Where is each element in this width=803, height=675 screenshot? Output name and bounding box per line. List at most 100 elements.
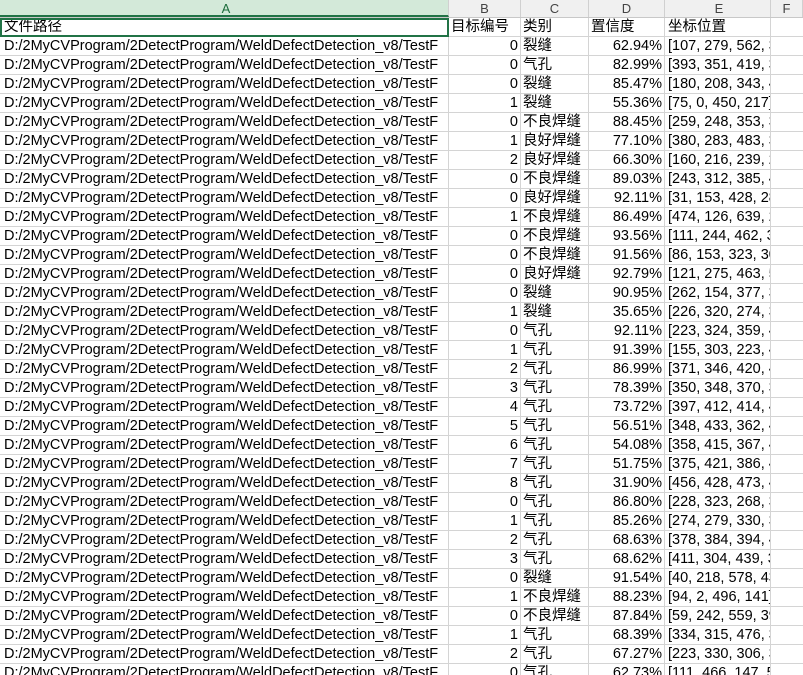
cell-file-path[interactable]: D:/2MyCVProgram/2DetectProgram/WeldDefec… [0,664,449,675]
cell-coords[interactable]: [411, 304, 439, 370] [665,550,771,569]
cell-category[interactable]: 不良焊缝 [521,588,589,607]
cell-file-path[interactable]: D:/2MyCVProgram/2DetectProgram/WeldDefec… [0,303,449,322]
cell-file-path[interactable]: D:/2MyCVProgram/2DetectProgram/WeldDefec… [0,227,449,246]
cell-coords[interactable]: [334, 315, 476, 382] [665,626,771,645]
cell-coords[interactable]: [274, 279, 330, 321] [665,512,771,531]
cell-target-id[interactable]: 2 [449,360,521,379]
spreadsheet[interactable]: A B C D E F 文件路径 目标编号 类别 置信度 坐标位置 D:/2My… [0,0,803,675]
cell-category[interactable]: 气孔 [521,626,589,645]
cell-target-id[interactable]: 0 [449,284,521,303]
cell-category[interactable]: 裂缝 [521,569,589,588]
cell-confidence[interactable]: 87.84% [589,607,665,626]
cell-confidence[interactable]: 66.30% [589,151,665,170]
header-cell-file-path[interactable]: 文件路径 [0,18,449,37]
cell-coords[interactable]: [262, 154, 377, 301] [665,284,771,303]
cell-coords[interactable]: [107, 279, 562, 341] [665,37,771,56]
cell-category[interactable]: 气孔 [521,341,589,360]
cell-empty[interactable] [771,474,803,493]
cell-empty[interactable] [771,417,803,436]
cell-confidence[interactable]: 35.65% [589,303,665,322]
cell-category[interactable]: 裂缝 [521,94,589,113]
cell-coords[interactable]: [75, 0, 450, 217] [665,94,771,113]
cell-empty[interactable] [771,550,803,569]
cell-target-id[interactable]: 0 [449,227,521,246]
cell-file-path[interactable]: D:/2MyCVProgram/2DetectProgram/WeldDefec… [0,265,449,284]
cell-empty[interactable] [771,56,803,75]
cell-category[interactable]: 气孔 [521,550,589,569]
cell-category[interactable]: 不良焊缝 [521,227,589,246]
cell-empty[interactable] [771,569,803,588]
cell-empty[interactable] [771,75,803,94]
cell-target-id[interactable]: 5 [449,417,521,436]
cell-target-id[interactable]: 1 [449,341,521,360]
cell-coords[interactable]: [375, 421, 386, 434] [665,455,771,474]
cell-target-id[interactable]: 0 [449,664,521,675]
cell-confidence[interactable]: 90.95% [589,284,665,303]
column-header-a[interactable]: A [0,0,449,17]
cell-coords[interactable]: [40, 218, 578, 432] [665,569,771,588]
cell-coords[interactable]: [393, 351, 419, 387] [665,56,771,75]
column-header-d[interactable]: D [589,0,665,17]
cell-coords[interactable]: [348, 433, 362, 449] [665,417,771,436]
cell-category[interactable]: 裂缝 [521,303,589,322]
cell-file-path[interactable]: D:/2MyCVProgram/2DetectProgram/WeldDefec… [0,474,449,493]
cell-target-id[interactable]: 1 [449,303,521,322]
cell-confidence[interactable]: 68.63% [589,531,665,550]
cell-target-id[interactable]: 0 [449,607,521,626]
cell-confidence[interactable]: 93.56% [589,227,665,246]
cell-empty[interactable] [771,664,803,675]
cell-category[interactable]: 良好焊缝 [521,151,589,170]
cell-file-path[interactable]: D:/2MyCVProgram/2DetectProgram/WeldDefec… [0,531,449,550]
cell-empty[interactable] [771,208,803,227]
cell-confidence[interactable]: 73.72% [589,398,665,417]
cell-confidence[interactable]: 86.99% [589,360,665,379]
cell-file-path[interactable]: D:/2MyCVProgram/2DetectProgram/WeldDefec… [0,417,449,436]
cell-confidence[interactable]: 91.54% [589,569,665,588]
cell-empty[interactable] [771,493,803,512]
cell-target-id[interactable]: 1 [449,626,521,645]
cell-coords[interactable]: [456, 428, 473, 442] [665,474,771,493]
cell-file-path[interactable]: D:/2MyCVProgram/2DetectProgram/WeldDefec… [0,56,449,75]
cell-coords[interactable]: [226, 320, 274, 362] [665,303,771,322]
cell-coords[interactable]: [155, 303, 223, 416] [665,341,771,360]
cell-empty[interactable] [771,265,803,284]
cell-coords[interactable]: [371, 346, 420, 400] [665,360,771,379]
cell-coords[interactable]: [111, 244, 462, 361] [665,227,771,246]
cell-confidence[interactable]: 31.90% [589,474,665,493]
cell-category[interactable]: 气孔 [521,360,589,379]
cell-target-id[interactable]: 1 [449,588,521,607]
cell-empty[interactable] [771,284,803,303]
cell-empty[interactable] [771,189,803,208]
cell-category[interactable]: 气孔 [521,531,589,550]
cell-empty[interactable] [771,151,803,170]
cell-target-id[interactable]: 8 [449,474,521,493]
cell-empty[interactable] [771,607,803,626]
cell-file-path[interactable]: D:/2MyCVProgram/2DetectProgram/WeldDefec… [0,246,449,265]
cell-category[interactable]: 不良焊缝 [521,170,589,189]
cell-category[interactable]: 气孔 [521,645,589,664]
cell-confidence[interactable]: 78.39% [589,379,665,398]
cell-confidence[interactable]: 88.23% [589,588,665,607]
header-cell-confidence[interactable]: 置信度 [589,18,665,37]
cell-category[interactable]: 不良焊缝 [521,246,589,265]
cell-confidence[interactable]: 62.94% [589,37,665,56]
cell-file-path[interactable]: D:/2MyCVProgram/2DetectProgram/WeldDefec… [0,455,449,474]
cell-coords[interactable]: [111, 466, 147, 523] [665,664,771,675]
cell-file-path[interactable]: D:/2MyCVProgram/2DetectProgram/WeldDefec… [0,208,449,227]
cell-category[interactable]: 气孔 [521,474,589,493]
cell-confidence[interactable]: 51.75% [589,455,665,474]
cell-coords[interactable]: [259, 248, 353, 307] [665,113,771,132]
cell-file-path[interactable]: D:/2MyCVProgram/2DetectProgram/WeldDefec… [0,493,449,512]
cell-target-id[interactable]: 0 [449,170,521,189]
cell-coords[interactable]: [223, 330, 306, 386] [665,645,771,664]
cell-coords[interactable]: [223, 324, 359, 442] [665,322,771,341]
cell-empty[interactable] [771,645,803,664]
cell-file-path[interactable]: D:/2MyCVProgram/2DetectProgram/WeldDefec… [0,436,449,455]
cell-coords[interactable]: [358, 415, 367, 429] [665,436,771,455]
cell-category[interactable]: 良好焊缝 [521,189,589,208]
cell-file-path[interactable]: D:/2MyCVProgram/2DetectProgram/WeldDefec… [0,645,449,664]
cell-category[interactable]: 不良焊缝 [521,607,589,626]
cell-target-id[interactable]: 2 [449,645,521,664]
cell-target-id[interactable]: 0 [449,246,521,265]
cell-target-id[interactable]: 3 [449,550,521,569]
